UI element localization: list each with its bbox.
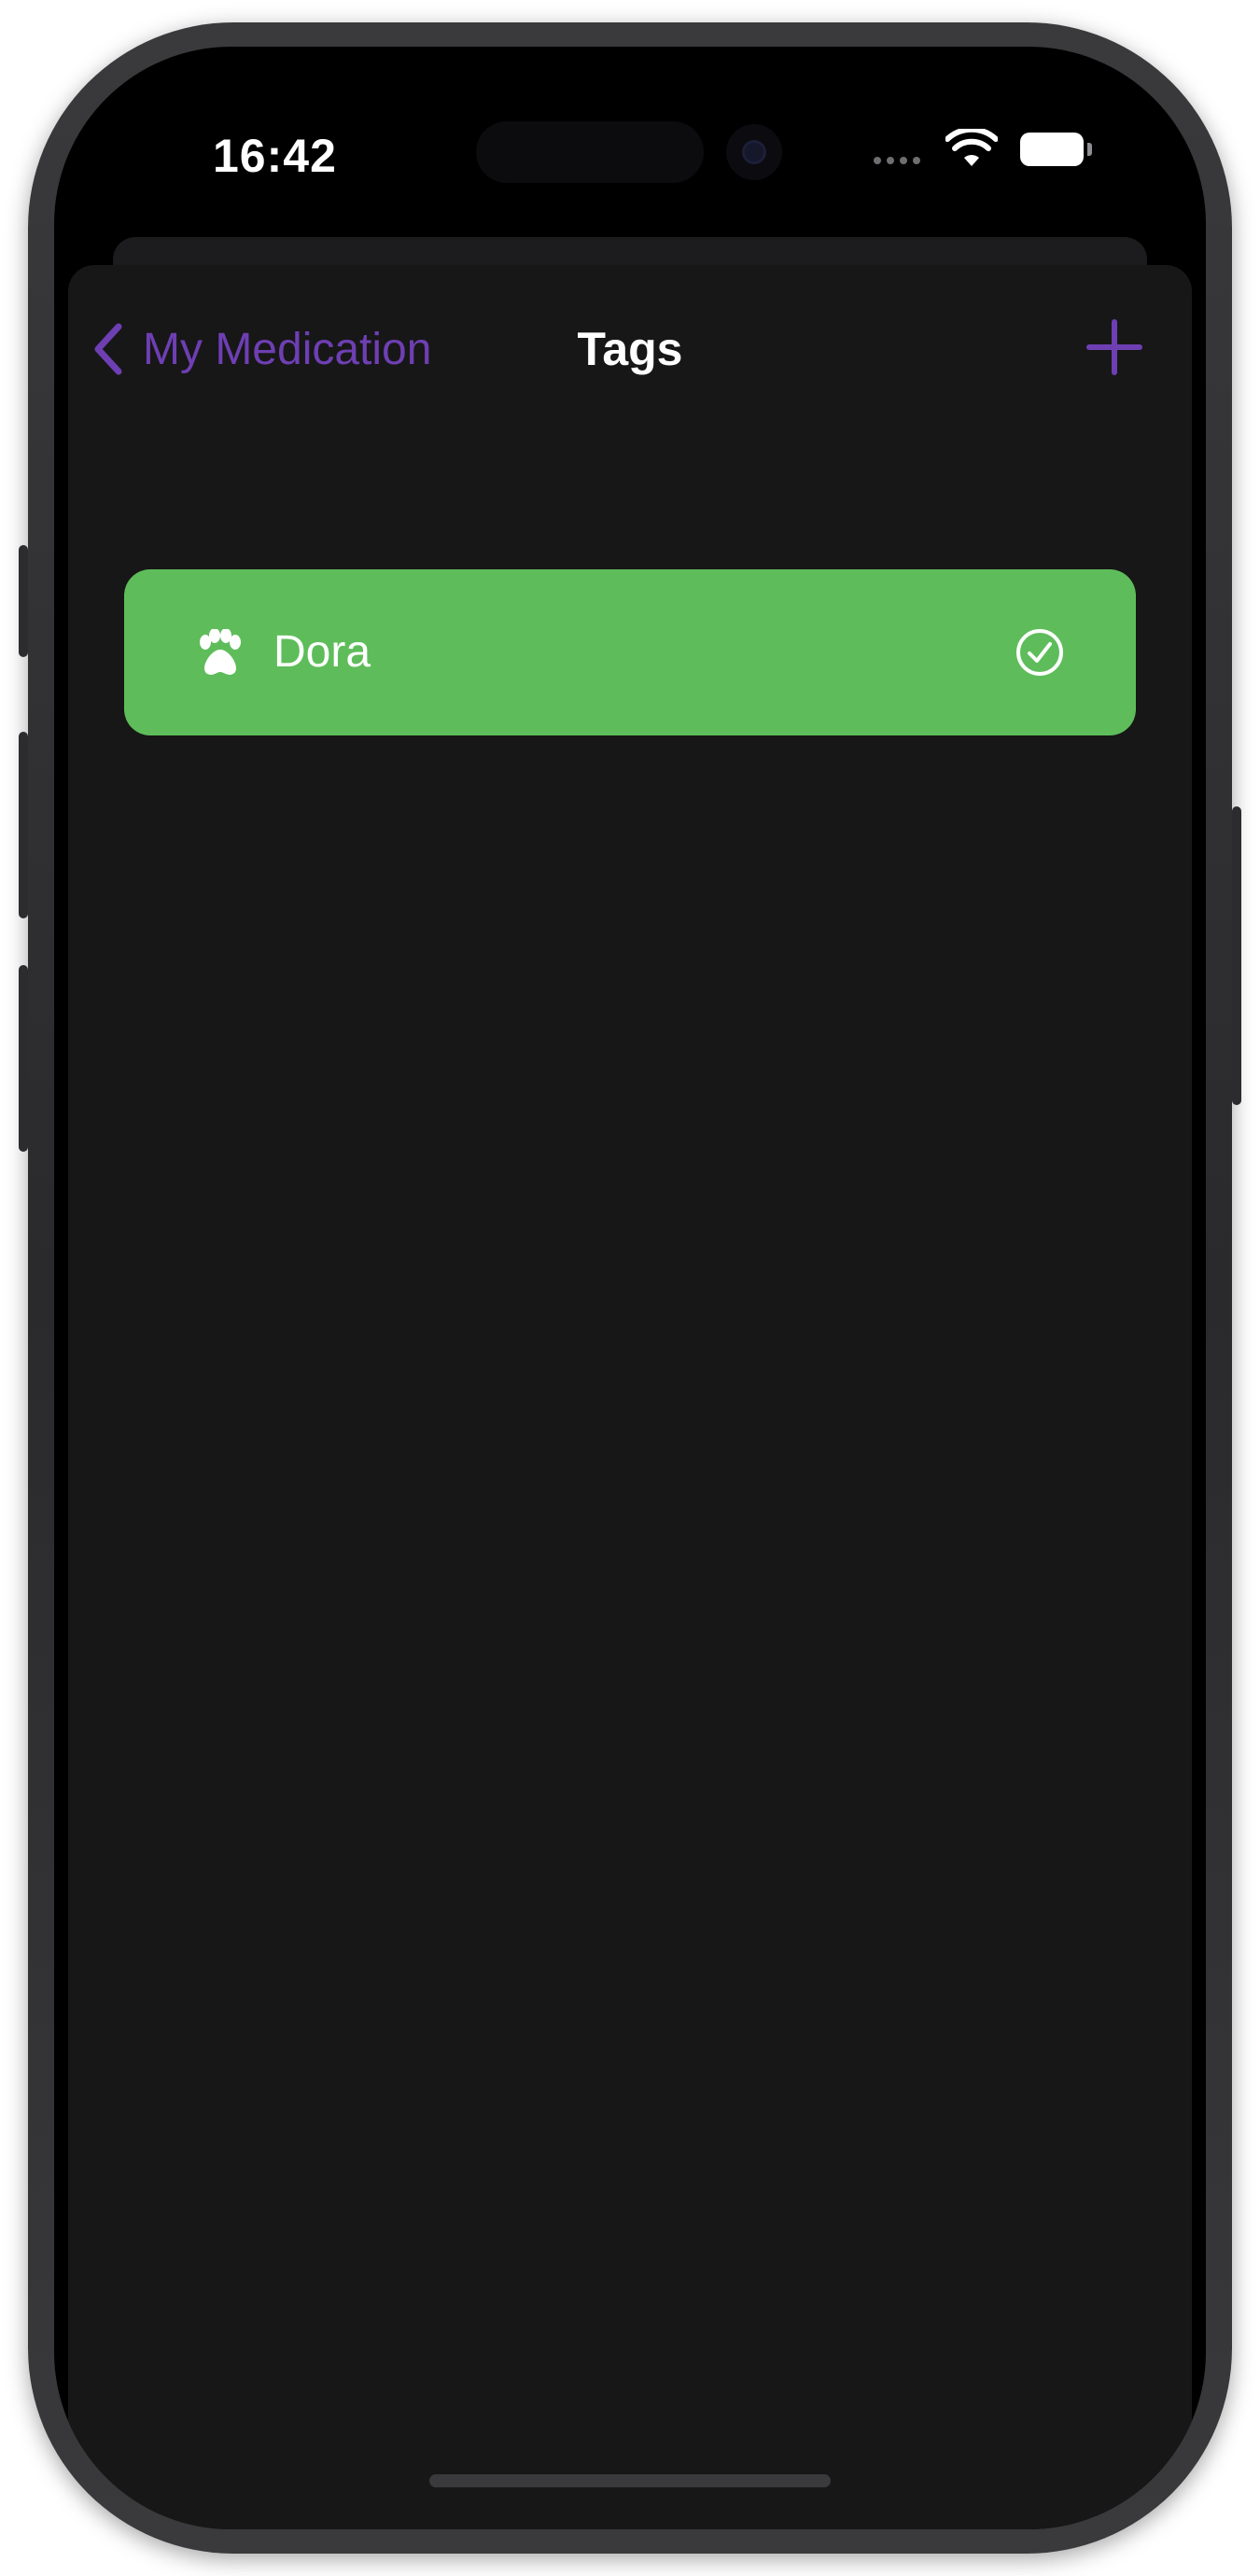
camera-icon	[726, 124, 782, 180]
navigation-bar: My Medication Tags	[68, 265, 1192, 414]
volume-up-button	[19, 732, 28, 918]
tag-label: Dora	[273, 627, 371, 677]
tag-row-dora[interactable]: Dora	[124, 569, 1136, 735]
action-button	[19, 545, 28, 657]
checkmark-circle-icon	[1016, 629, 1063, 676]
signal-dots-icon	[874, 157, 920, 164]
plus-icon[interactable]	[1084, 316, 1145, 378]
status-bar: 16:42	[54, 47, 1206, 233]
status-time: 16:42	[213, 130, 337, 182]
wifi-icon	[945, 129, 998, 166]
battery-icon	[1020, 133, 1084, 166]
volume-down-button	[19, 965, 28, 1152]
dynamic-island	[476, 121, 704, 183]
tags-sheet: My Medication Tags Dora	[68, 265, 1192, 2529]
phone-screen: 16:42 My Medication Tags Dora	[54, 47, 1206, 2529]
battery-tip	[1087, 143, 1092, 156]
home-indicator[interactable]	[429, 2474, 831, 2487]
power-button	[1232, 806, 1241, 1105]
page-title: Tags	[577, 323, 683, 375]
paw-icon	[200, 629, 241, 675]
